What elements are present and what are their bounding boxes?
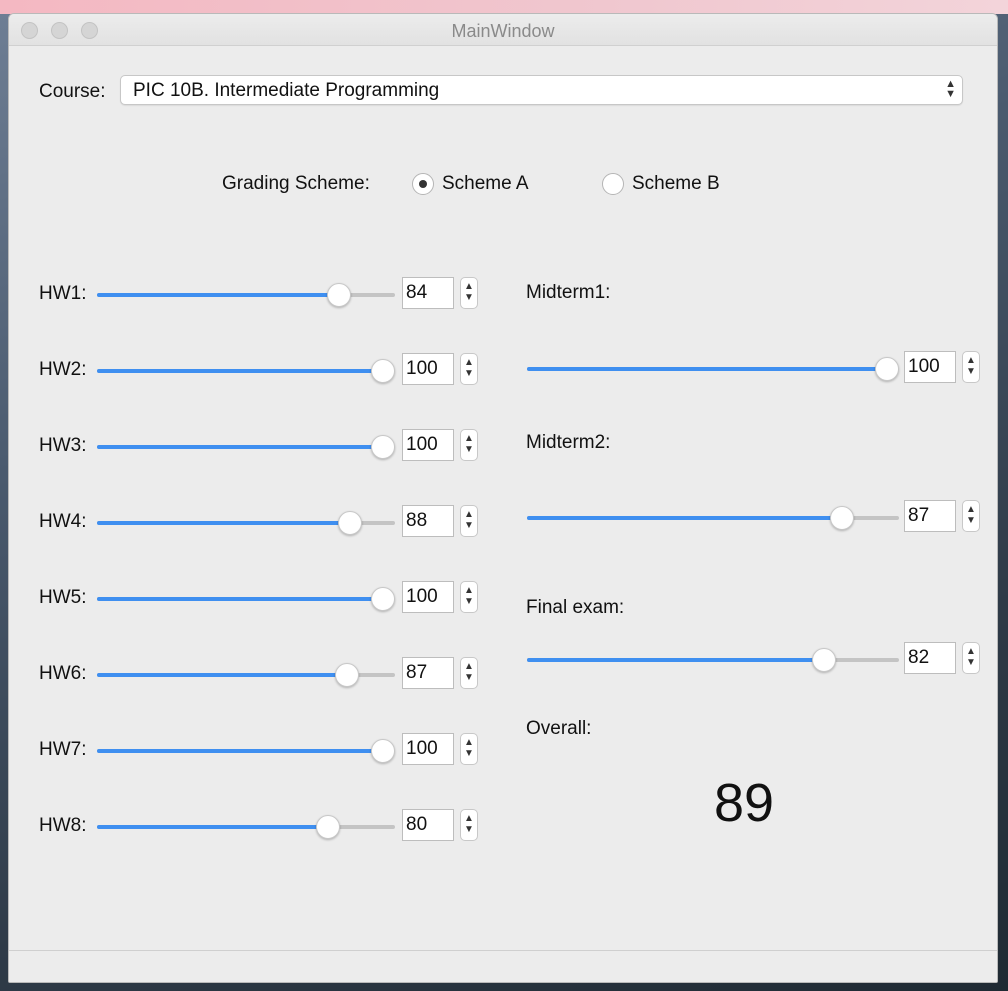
main-window: MainWindow Course: PIC 10B. Intermediate… <box>8 13 998 983</box>
exam2-slider-knob[interactable] <box>830 506 854 530</box>
hw1-slider-fill <box>97 293 339 297</box>
desktop-background <box>0 0 1008 14</box>
course-label: Course: <box>39 81 106 102</box>
exam3-spinbox-arrows-icon[interactable]: ▲ ▼ <box>962 642 980 674</box>
hw5-spinbox-arrows-icon[interactable]: ▲ ▼ <box>460 581 478 613</box>
hw3-slider-track[interactable] <box>97 445 395 449</box>
hw5-slider-fill <box>97 597 383 601</box>
overall-value: 89 <box>714 773 775 833</box>
scheme-a-label[interactable]: Scheme A <box>442 173 529 195</box>
status-bar <box>9 950 997 982</box>
hw5-slider-track[interactable] <box>97 597 395 601</box>
radio-selected-dot-icon <box>419 180 427 188</box>
window-title: MainWindow <box>451 21 555 41</box>
exam1-slider-knob[interactable] <box>875 357 899 381</box>
hw2-label: HW2: <box>39 359 87 380</box>
hw4-spinbox-value[interactable]: 88 <box>402 505 454 537</box>
hw1-slider-knob[interactable] <box>327 283 351 307</box>
hw6-label: HW6: <box>39 663 87 684</box>
overall-label: Overall: <box>526 718 592 739</box>
course-selected-value: PIC 10B. Intermediate Programming <box>133 80 440 101</box>
hw7-spinbox-value[interactable]: 100 <box>402 733 454 765</box>
hw4-slider-fill <box>97 521 350 525</box>
exam3-slider-track[interactable] <box>527 658 899 662</box>
hw6-spinbox-value[interactable]: 87 <box>402 657 454 689</box>
hw8-slider-track[interactable] <box>97 825 395 829</box>
hw6-spinbox-arrows-icon[interactable]: ▲ ▼ <box>460 657 478 689</box>
scheme-b-label[interactable]: Scheme B <box>632 173 720 195</box>
hw6-slider-knob[interactable] <box>335 663 359 687</box>
hw7-slider-fill <box>97 749 383 753</box>
hw3-spinbox-arrows-icon[interactable]: ▲ ▼ <box>460 429 478 461</box>
title-bar[interactable]: MainWindow <box>9 14 997 46</box>
hw4-slider-knob[interactable] <box>338 511 362 535</box>
hw8-label: HW8: <box>39 815 87 836</box>
hw5-slider-knob[interactable] <box>371 587 395 611</box>
exam1-spinbox-value[interactable]: 100 <box>904 351 956 383</box>
hw6-slider-fill <box>97 673 347 677</box>
hw7-slider-knob[interactable] <box>371 739 395 763</box>
exam2-spinbox-arrows-icon[interactable]: ▲ ▼ <box>962 500 980 532</box>
hw4-spinbox-arrows-icon[interactable]: ▲ ▼ <box>460 505 478 537</box>
hw2-slider-fill <box>97 369 383 373</box>
course-select[interactable]: PIC 10B. Intermediate Programming ▲ ▼ <box>120 75 963 105</box>
exam2-spinbox-value[interactable]: 87 <box>904 500 956 532</box>
hw2-spinbox-value[interactable]: 100 <box>402 353 454 385</box>
exam1-label: Midterm1: <box>526 282 611 303</box>
hw8-spinbox-arrows-icon[interactable]: ▲ ▼ <box>460 809 478 841</box>
hw2-slider-track[interactable] <box>97 369 395 373</box>
hw7-spinbox-arrows-icon[interactable]: ▲ ▼ <box>460 733 478 765</box>
exam2-slider-fill <box>527 516 842 520</box>
hw8-spinbox-value[interactable]: 80 <box>402 809 454 841</box>
hw1-spinbox-value[interactable]: 84 <box>402 277 454 309</box>
hw2-spinbox-arrows-icon[interactable]: ▲ ▼ <box>460 353 478 385</box>
hw8-slider-fill <box>97 825 328 829</box>
exam1-slider-fill <box>527 367 887 371</box>
hw1-label: HW1: <box>39 283 87 304</box>
hw7-slider-track[interactable] <box>97 749 395 753</box>
hw2-slider-knob[interactable] <box>371 359 395 383</box>
exam1-slider-track[interactable] <box>527 367 899 371</box>
scheme-b-radio[interactable] <box>602 173 624 195</box>
up-down-chevron-icon: ▲ ▼ <box>945 78 956 100</box>
exam3-slider-fill <box>527 658 824 662</box>
hw7-label: HW7: <box>39 739 87 760</box>
hw5-label: HW5: <box>39 587 87 608</box>
hw3-label: HW3: <box>39 435 87 456</box>
hw5-spinbox-value[interactable]: 100 <box>402 581 454 613</box>
exam3-label: Final exam: <box>526 597 625 618</box>
hw4-label: HW4: <box>39 511 87 532</box>
exam1-spinbox-arrows-icon[interactable]: ▲ ▼ <box>962 351 980 383</box>
grading-scheme-label: Grading Scheme: <box>222 173 370 194</box>
scheme-a-radio[interactable] <box>412 173 434 195</box>
hw3-slider-knob[interactable] <box>371 435 395 459</box>
hw1-spinbox-arrows-icon[interactable]: ▲ ▼ <box>460 277 478 309</box>
exam3-spinbox-value[interactable]: 82 <box>904 642 956 674</box>
hw3-slider-fill <box>97 445 383 449</box>
exam2-label: Midterm2: <box>526 432 611 453</box>
exam3-slider-knob[interactable] <box>812 648 836 672</box>
hw3-spinbox-value[interactable]: 100 <box>402 429 454 461</box>
hw8-slider-knob[interactable] <box>316 815 340 839</box>
